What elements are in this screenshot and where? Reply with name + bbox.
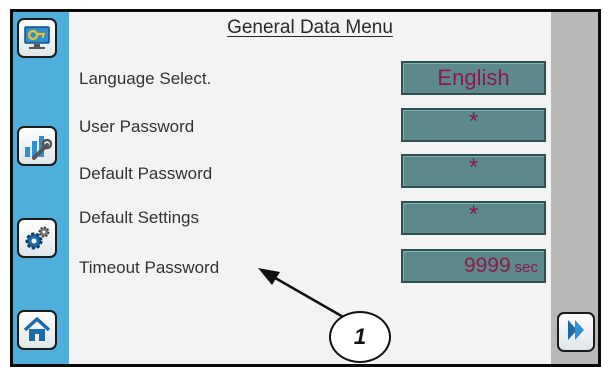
right-sidebar (551, 12, 598, 364)
timeout-value: 9999 (463, 254, 511, 277)
default-settings-field[interactable]: * (401, 201, 546, 235)
user-password-value: * (468, 108, 479, 135)
default-password-value: * (468, 154, 479, 181)
user-password-label: User Password (79, 117, 195, 136)
gears-icon (22, 223, 52, 253)
sidebar-item-service[interactable] (17, 126, 57, 166)
key-monitor-icon (22, 24, 52, 52)
timeout-password-label: Timeout Password (79, 258, 220, 277)
default-password-label: Default Password (79, 164, 213, 183)
callout-number: 1 (329, 311, 391, 363)
tools-chart-icon (22, 131, 52, 161)
next-page-button[interactable] (557, 312, 595, 352)
left-sidebar (13, 12, 69, 364)
hmi-screen: General Data Menu Language Select. Engli… (10, 9, 601, 367)
default-settings-label: Default Settings (79, 208, 200, 227)
user-password-field[interactable]: * (401, 108, 546, 142)
language-select-field[interactable]: English (401, 61, 546, 95)
default-settings-value: * (468, 201, 479, 228)
sidebar-item-settings[interactable] (17, 218, 57, 258)
double-chevron-right-icon (564, 317, 588, 348)
timeout-password-field[interactable]: 9999 sec (401, 249, 546, 283)
page-title: General Data Menu (227, 17, 393, 38)
language-value: English (437, 65, 510, 90)
home-icon (22, 316, 52, 344)
sidebar-item-access[interactable] (17, 18, 57, 58)
timeout-unit: sec (514, 259, 538, 276)
language-select-label: Language Select. (79, 69, 212, 88)
default-password-field[interactable]: * (401, 154, 546, 188)
sidebar-item-home[interactable] (17, 310, 57, 350)
